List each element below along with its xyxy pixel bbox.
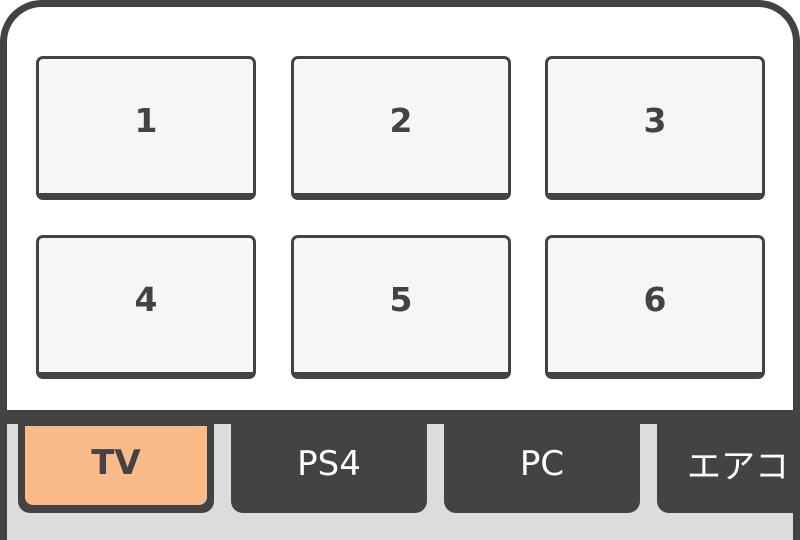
key-4[interactable]: 4 [36, 235, 256, 379]
tab-pc[interactable]: PC [444, 410, 640, 513]
tab-tv[interactable]: TV [18, 410, 214, 513]
tab-label: TV [91, 442, 141, 483]
tab-label: エアコ [687, 447, 789, 487]
key-label: 3 [643, 100, 667, 140]
tab-tv-active-fill: TV [25, 426, 207, 505]
device-tab-bar: TV PS4 PC エアコ [7, 410, 793, 540]
tab-aircon[interactable]: エアコ [657, 410, 793, 513]
keypad: 1 2 3 4 5 6 [7, 7, 793, 410]
tab-label: PS4 [297, 443, 361, 484]
key-2[interactable]: 2 [291, 56, 511, 200]
remote-panel: 1 2 3 4 5 6 TV PS4 PC エアコ [0, 0, 800, 540]
key-5[interactable]: 5 [291, 235, 511, 379]
key-3[interactable]: 3 [545, 56, 765, 200]
key-label: 4 [134, 279, 158, 319]
key-label: 2 [389, 100, 413, 140]
key-6[interactable]: 6 [545, 235, 765, 379]
key-label: 1 [134, 100, 158, 140]
key-1[interactable]: 1 [36, 56, 256, 200]
key-label: 6 [643, 279, 667, 319]
tab-ps4[interactable]: PS4 [231, 410, 427, 513]
key-label: 5 [389, 279, 413, 319]
tab-label: PC [519, 443, 565, 484]
